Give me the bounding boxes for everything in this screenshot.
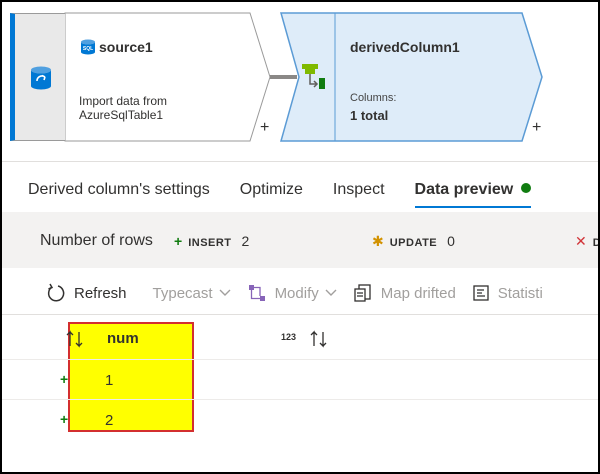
status-dot-icon: [521, 183, 532, 193]
column-type-label: 123: [281, 332, 297, 342]
statistics-icon: [472, 284, 490, 302]
update-stat: ✱ UPDATE 0: [372, 233, 455, 250]
source-add-button[interactable]: +: [260, 119, 269, 137]
table-row: + 2: [2, 399, 598, 439]
modify-dropdown[interactable]: Modify: [247, 283, 337, 303]
map-drifted-icon: [353, 283, 373, 303]
svg-text:SQL: SQL: [83, 46, 93, 52]
sql-icon: SQL: [80, 39, 96, 60]
plus-icon: +: [174, 233, 183, 249]
insert-count: 2: [241, 233, 250, 249]
delete-stat: ✕ D: [575, 233, 600, 250]
insert-marker-icon: +: [60, 371, 69, 387]
update-count: 0: [447, 233, 455, 249]
database-icon: [30, 66, 52, 95]
preview-toolbar: Refresh Typecast Modify Map drifted Stat…: [46, 281, 559, 305]
statistics-label: Statisti: [497, 284, 543, 302]
grid-header: num 123: [2, 318, 598, 358]
chevron-down-icon: [219, 286, 231, 300]
source-node-title[interactable]: source1: [99, 39, 153, 55]
map-drifted-label: Map drifted: [380, 284, 456, 302]
modify-label: Modify: [274, 284, 319, 302]
typecast-dropdown[interactable]: Typecast: [153, 285, 231, 302]
tab-optimize[interactable]: Optimize: [240, 180, 303, 208]
pipeline-canvas: SQL source1 Import data from AzureSqlTab…: [2, 2, 598, 160]
derived-column-icon: [299, 62, 327, 97]
asterisk-icon: ✱: [372, 233, 384, 249]
modify-icon: [247, 283, 267, 303]
refresh-icon: [46, 283, 66, 303]
column-header-num[interactable]: num: [107, 330, 139, 347]
chevron-down-icon: [325, 286, 337, 300]
sort-icon[interactable]: [309, 330, 329, 351]
derived-node-columns-label: Columns:: [350, 92, 397, 104]
insert-stat: + INSERT 2: [174, 233, 249, 249]
tab-inspect[interactable]: Inspect: [333, 180, 385, 208]
tab-data-preview[interactable]: Data preview: [414, 180, 532, 208]
cell-num[interactable]: 2: [105, 412, 113, 429]
insert-marker-icon: +: [60, 411, 69, 427]
derived-node-title[interactable]: derivedColumn1: [350, 39, 460, 55]
source-node-description: Import data from AzureSqlTable1: [79, 94, 168, 122]
refresh-button[interactable]: Refresh: [46, 283, 127, 303]
row-stats-bar: Number of rows + INSERT 2 ✱ UPDATE 0 ✕ D: [2, 212, 600, 268]
derived-node-columns-value: 1 total: [350, 108, 389, 123]
tab-bar: Derived column's settings Optimize Inspe…: [28, 180, 561, 208]
derived-add-button[interactable]: +: [532, 119, 541, 137]
canvas-divider: [2, 161, 598, 162]
table-row: + 1: [2, 359, 598, 399]
insert-keyword: INSERT: [188, 237, 232, 249]
delete-keyword: D: [592, 237, 600, 249]
map-drifted-button[interactable]: Map drifted: [353, 283, 456, 303]
statistics-button[interactable]: Statisti: [472, 284, 543, 302]
cell-num[interactable]: 1: [105, 372, 113, 389]
tab-derived-column-settings[interactable]: Derived column's settings: [28, 180, 210, 208]
typecast-label: Typecast: [152, 284, 213, 302]
tab-data-preview-label: Data preview: [414, 181, 514, 198]
row-count-label: Number of rows: [40, 232, 153, 249]
close-icon: ✕: [575, 233, 587, 249]
update-keyword: UPDATE: [389, 237, 438, 249]
refresh-label: Refresh: [74, 284, 127, 302]
sort-icon[interactable]: [65, 330, 85, 351]
toolbar-divider: [2, 314, 598, 315]
